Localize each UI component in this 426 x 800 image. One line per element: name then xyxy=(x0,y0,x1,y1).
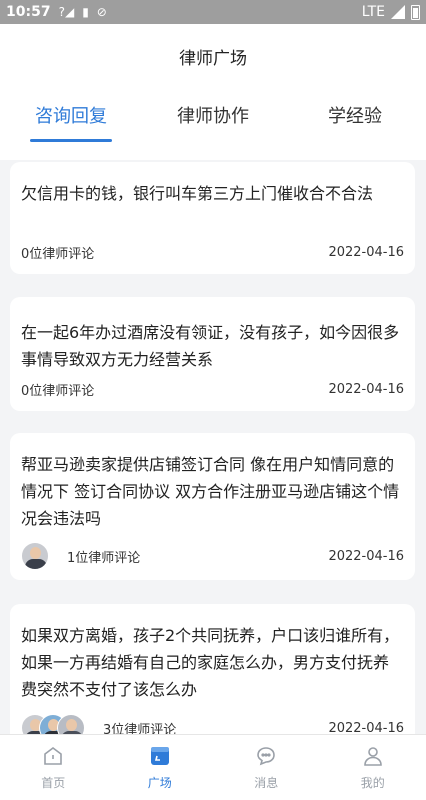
nav-label: 消息 xyxy=(254,776,279,790)
app-screen: 10:57 ?◢ ▮ ⊘ LTE 律师广场 咨询回复 律师协作 学经验 欠信用卡… xyxy=(0,0,426,800)
header: 律师广场 咨询回复 律师协作 学经验 xyxy=(0,24,426,160)
nav-messages[interactable]: 消息 xyxy=(213,735,320,800)
tab-bar: 咨询回复 律师协作 学经验 xyxy=(0,102,426,142)
comment-count: 3位律师评论 xyxy=(103,722,177,735)
question-text: 如果双方离婚，孩子2个共同抚养，户口该归谁所有，如果一方再结婚有自己的家庭怎么办… xyxy=(21,626,400,699)
page-title: 律师广场 xyxy=(179,49,247,69)
question-date: 2022-04-16 xyxy=(328,382,404,397)
tab-lawyer-collab[interactable]: 律师协作 xyxy=(142,102,284,142)
tab-consult-reply[interactable]: 咨询回复 xyxy=(0,102,142,142)
question-meta: 0位律师评论 2022-04-16 xyxy=(21,380,404,399)
question-date: 2022-04-16 xyxy=(328,548,404,564)
question-meta: 1位律师评论 2022-04-16 xyxy=(21,542,404,570)
sd-card-icon: ▮ xyxy=(82,5,89,19)
lawyer-avatars xyxy=(21,542,49,570)
avatar xyxy=(57,714,85,734)
signal-icon xyxy=(391,5,405,19)
avatar xyxy=(21,542,49,570)
question-meta: 0位律师评论 2022-04-16 xyxy=(21,243,404,262)
question-meta: 3位律师评论 2022-04-16 xyxy=(21,714,404,734)
square-icon xyxy=(150,747,169,765)
nav-profile[interactable]: 我的 xyxy=(320,735,426,800)
question-date: 2022-04-16 xyxy=(328,245,404,260)
status-bar: 10:57 ?◢ ▮ ⊘ LTE xyxy=(0,0,426,24)
no-sim-icon: ?◢ xyxy=(58,5,75,19)
nav-label: 广场 xyxy=(147,776,172,790)
lawyer-avatars xyxy=(21,714,85,734)
question-card[interactable]: 欠信用卡的钱，银行叫车第三方上门催收合不合法 0位律师评论 2022-04-16 xyxy=(10,162,415,274)
profile-icon xyxy=(363,747,382,766)
question-card[interactable]: 如果双方离婚，孩子2个共同抚养，户口该归谁所有，如果一方再结婚有自己的家庭怎么办… xyxy=(10,604,415,734)
network-type: LTE xyxy=(361,4,385,20)
home-icon xyxy=(44,747,63,765)
nav-label: 我的 xyxy=(360,776,385,790)
comment-count: 0位律师评论 xyxy=(21,384,95,399)
battery-icon xyxy=(411,4,420,20)
nav-home[interactable]: 首页 xyxy=(0,735,107,800)
question-list: 欠信用卡的钱，银行叫车第三方上门催收合不合法 0位律师评论 2022-04-16… xyxy=(0,160,426,734)
question-card[interactable]: 在一起6年办过酒席没有领证，没有孩子，如今因很多事情导致双方无力经营关系 0位律… xyxy=(10,297,415,411)
question-date: 2022-04-16 xyxy=(328,720,404,735)
comment-count: 1位律师评论 xyxy=(67,550,141,566)
question-text: 在一起6年办过酒席没有领证，没有孩子，如今因很多事情导致双方无力经营关系 xyxy=(21,323,400,369)
nav-square[interactable]: 广场 xyxy=(107,735,214,800)
nav-label: 首页 xyxy=(41,776,66,790)
question-card[interactable]: 帮亚马逊卖家提供店铺签订合同 像在用户知情同意的情况下 签订合同协议 双方合作注… xyxy=(10,433,415,580)
do-not-disturb-icon: ⊘ xyxy=(96,5,107,19)
comment-count: 0位律师评论 xyxy=(21,247,95,262)
bottom-nav: 首页 广场 消息 我的 xyxy=(0,734,426,800)
question-text: 欠信用卡的钱，银行叫车第三方上门催收合不合法 xyxy=(21,184,374,203)
message-icon xyxy=(257,747,276,766)
tab-learn-experience[interactable]: 学经验 xyxy=(284,102,426,142)
status-time: 10:57 xyxy=(6,4,51,20)
question-text: 帮亚马逊卖家提供店铺签订合同 像在用户知情同意的情况下 签订合同协议 双方合作注… xyxy=(21,455,400,528)
